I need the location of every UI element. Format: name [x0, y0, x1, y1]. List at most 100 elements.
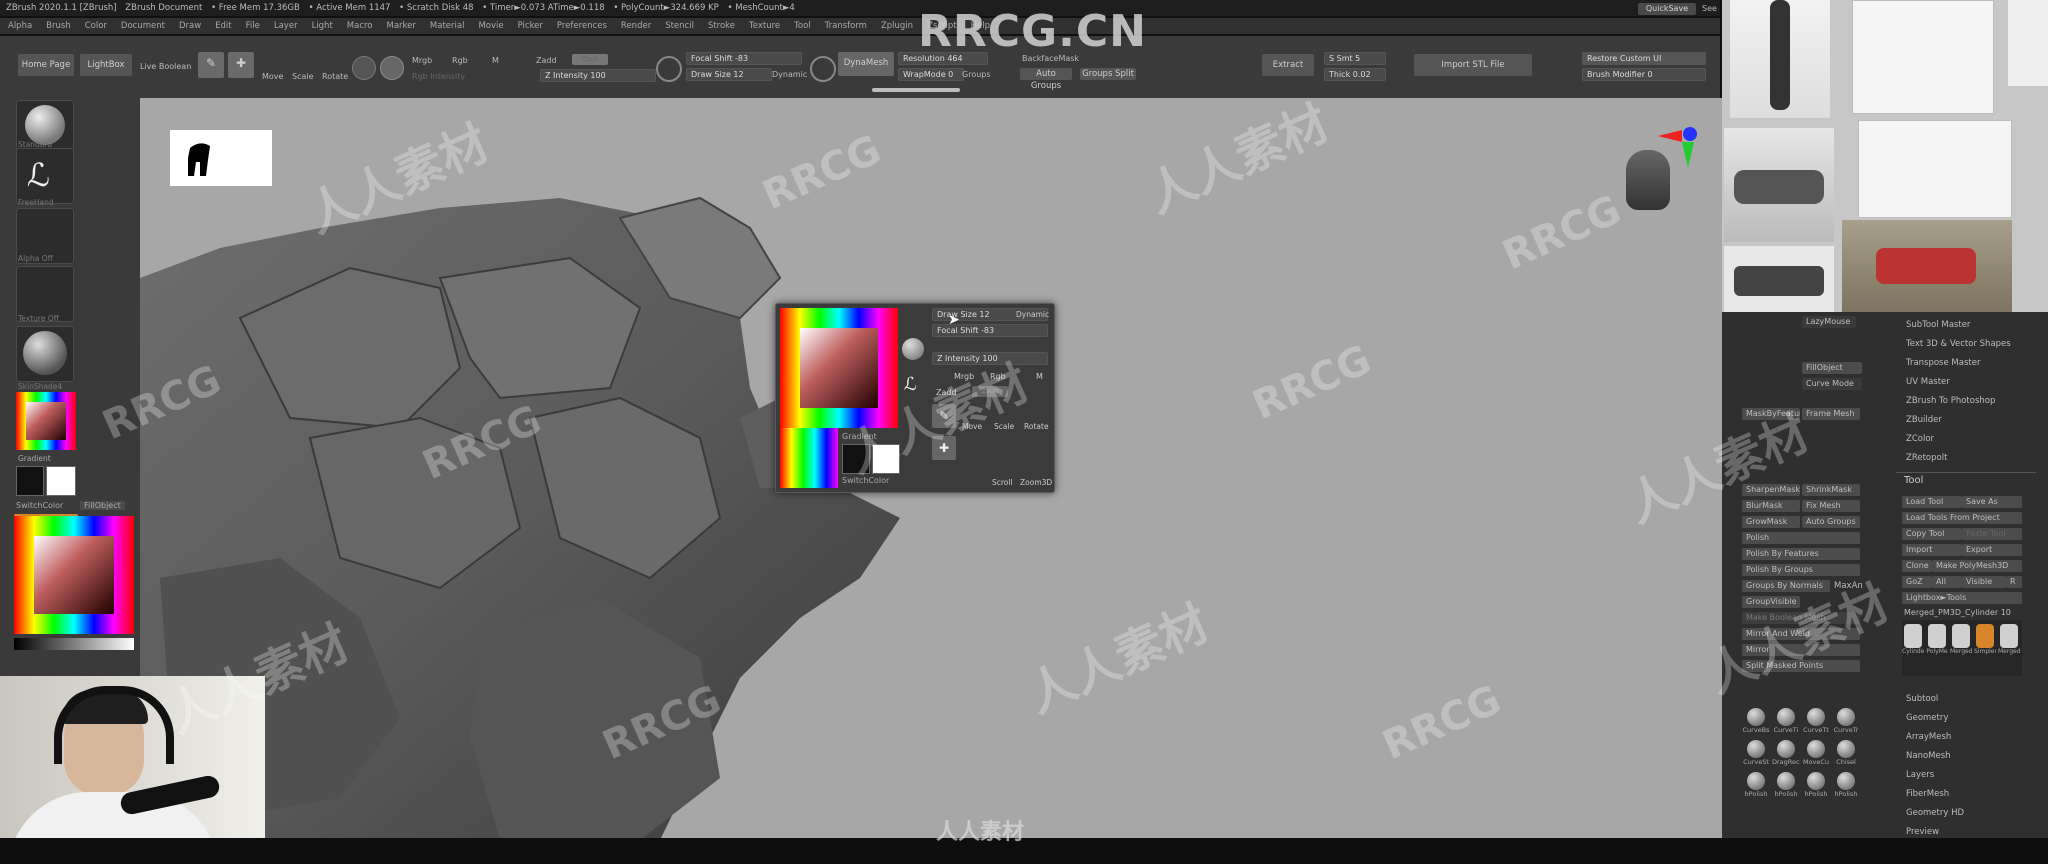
plugin-item[interactable]: ZColor: [1906, 430, 2036, 449]
tool-section-layers[interactable]: Layers: [1906, 766, 2036, 785]
lazymouse-button[interactable]: LazyMouse: [1802, 316, 1856, 328]
blur-mask-button[interactable]: BlurMask: [1742, 500, 1800, 512]
tool-thumbnail[interactable]: Merged: [1998, 624, 2020, 672]
r-button[interactable]: R: [2006, 576, 2022, 588]
popup-edit-button[interactable]: ✎: [932, 404, 956, 428]
popup-z-intensity-slider[interactable]: Z Intensity 100: [932, 352, 1048, 365]
extract-button[interactable]: Extract: [1262, 54, 1314, 76]
menu-item-render[interactable]: Render: [621, 18, 651, 34]
tool-section-subtool[interactable]: Subtool: [1906, 690, 2036, 709]
lightbox-tools-button[interactable]: Lightbox►Tools: [1902, 592, 2022, 604]
polish-slider[interactable]: Polish: [1742, 532, 1860, 544]
switch-color-button[interactable]: SwitchColor: [16, 501, 63, 510]
popup-scale-button[interactable]: Scale: [994, 422, 1014, 431]
color-gradient-bar[interactable]: [14, 638, 134, 650]
tool-section-arraymesh[interactable]: ArrayMesh: [1906, 728, 2036, 747]
clone-button[interactable]: Clone: [1902, 560, 1932, 572]
draw-size-slider[interactable]: Draw Size 12: [686, 68, 772, 81]
move-button[interactable]: Move: [262, 72, 283, 81]
menu-item-stencil[interactable]: Stencil: [665, 18, 694, 34]
copy-tool-button[interactable]: Copy Tool: [1902, 528, 1962, 540]
popup-freehand-stroke-icon[interactable]: ℒ: [904, 374, 917, 395]
auto-groups-button[interactable]: Auto Groups: [1020, 68, 1072, 91]
color-popup-palette[interactable]: Gradient SwitchColor ℒ Draw Size 12 Dyna…: [775, 303, 1055, 493]
edit-button[interactable]: ✎: [198, 52, 224, 78]
tool-palette-header[interactable]: Tool: [1896, 472, 2036, 487]
tool-thumbnail[interactable]: PolyMe: [1926, 624, 1948, 672]
brush-thumbnail[interactable]: CurveTt: [1802, 708, 1830, 738]
brush-thumbnail[interactable]: CurveSt: [1742, 740, 1770, 770]
rgb-button[interactable]: Rgb: [452, 56, 468, 65]
shrink-mask-button[interactable]: ShrinkMask: [1802, 484, 1860, 496]
brush-modifier-slider[interactable]: Brush Modifier 0: [1582, 68, 1706, 81]
plugin-item[interactable]: SubTool Master: [1906, 316, 2036, 335]
menu-item-brush[interactable]: Brush: [46, 18, 71, 34]
menu-item-transform[interactable]: Transform: [825, 18, 867, 34]
menu-item-macro[interactable]: Macro: [347, 18, 373, 34]
fix-mesh-button[interactable]: Fix Mesh: [1802, 500, 1860, 512]
fill-object-button[interactable]: FillObject: [80, 501, 125, 510]
spiral-icon[interactable]: [380, 56, 404, 80]
popup-m-button[interactable]: M: [1036, 372, 1043, 381]
m-button[interactable]: M: [492, 56, 499, 65]
popup-zadd-button[interactable]: Zadd: [936, 388, 957, 397]
focal-shift-icon[interactable]: [656, 56, 682, 82]
brush-thumbnail[interactable]: Chisel: [1832, 740, 1860, 770]
menu-item-color[interactable]: Color: [85, 18, 107, 34]
menu-item-marker[interactable]: Marker: [387, 18, 416, 34]
mask-by-feature-button[interactable]: MaskByFeature: [1742, 408, 1800, 420]
menu-item-document[interactable]: Document: [121, 18, 165, 34]
popup-main-color-swatch[interactable]: [842, 444, 870, 474]
popup-mrgb-button[interactable]: Mrgb: [954, 372, 974, 381]
plugin-item[interactable]: ZBuilder: [1906, 411, 2036, 430]
menu-item-preferences[interactable]: Preferences: [557, 18, 607, 34]
tool-section-preview[interactable]: Preview: [1906, 823, 2036, 838]
menu-item-alpha[interactable]: Alpha: [8, 18, 32, 34]
brush-thumbnail[interactable]: MoveCu: [1802, 740, 1830, 770]
maxangle-label[interactable]: MaxAn: [1834, 581, 1863, 591]
popup-zoom3d-button[interactable]: Zoom3D: [1020, 478, 1052, 487]
brush-thumbnail[interactable]: hPolish: [1742, 772, 1770, 802]
menu-item-file[interactable]: File: [246, 18, 260, 34]
import-button[interactable]: Import: [1902, 544, 1962, 556]
paste-tool-button[interactable]: Paste Tool: [1962, 528, 2022, 540]
fill-object-button-right[interactable]: FillObject: [1802, 362, 1862, 374]
axis-gizmo-icon[interactable]: [1656, 124, 1704, 172]
rotate-button[interactable]: Rotate: [322, 72, 348, 81]
groups-split-button[interactable]: Groups Split: [1080, 68, 1136, 80]
brush-thumbnail[interactable]: hPolish: [1802, 772, 1830, 802]
see-through-label[interactable]: See: [1702, 4, 1717, 13]
tool-section-geometry-hd[interactable]: Geometry HD: [1906, 804, 2036, 823]
import-stl-button[interactable]: Import STL File: [1414, 54, 1532, 76]
export-button[interactable]: Export: [1962, 544, 2022, 556]
groups-button[interactable]: Groups: [962, 70, 991, 79]
goz-button[interactable]: GoZ: [1902, 576, 1932, 588]
brush-thumbnail[interactable]: DragRect: [1772, 740, 1800, 770]
brush-thumbnail[interactable]: CurveTi: [1772, 708, 1800, 738]
thick-slider[interactable]: Thick 0.02: [1324, 68, 1386, 81]
split-masked-points-button[interactable]: Split Masked Points: [1742, 660, 1860, 672]
groups-by-normals-button[interactable]: Groups By Normals: [1742, 580, 1830, 592]
popup-draw-button[interactable]: ✚: [932, 436, 956, 460]
dynamesh-icon[interactable]: [810, 56, 836, 82]
curve-mode-button[interactable]: Curve Mode: [1802, 378, 1862, 390]
tool-section-geometry[interactable]: Geometry: [1906, 709, 2036, 728]
main-color-swatch[interactable]: [16, 466, 44, 496]
zsub-button[interactable]: Zsub: [572, 54, 608, 65]
z-intensity-slider[interactable]: Z Intensity 100: [540, 69, 656, 82]
material-slot[interactable]: [16, 326, 74, 382]
popup-spectrum-swatch[interactable]: [780, 428, 838, 488]
wrapmode-slider[interactable]: WrapMode 0: [898, 68, 964, 81]
mirror-and-weld-button[interactable]: Mirror And Weld: [1742, 628, 1860, 640]
frame-mesh-button[interactable]: Frame Mesh: [1802, 408, 1860, 420]
large-color-picker[interactable]: [14, 516, 134, 634]
popup-move-button[interactable]: Move: [962, 422, 982, 431]
popup-color-picker[interactable]: [780, 308, 898, 428]
popup-scroll-button[interactable]: Scroll: [992, 478, 1013, 487]
rgb-intensity-label[interactable]: Rgb Intensity: [412, 72, 465, 81]
zadd-button[interactable]: Zadd: [536, 56, 557, 65]
sphere-icon[interactable]: [352, 56, 376, 80]
dynamic-button[interactable]: Dynamic: [772, 70, 807, 79]
brush-thumbnail[interactable]: CurveTr: [1832, 708, 1860, 738]
polish-by-groups-slider[interactable]: Polish By Groups: [1742, 564, 1860, 576]
